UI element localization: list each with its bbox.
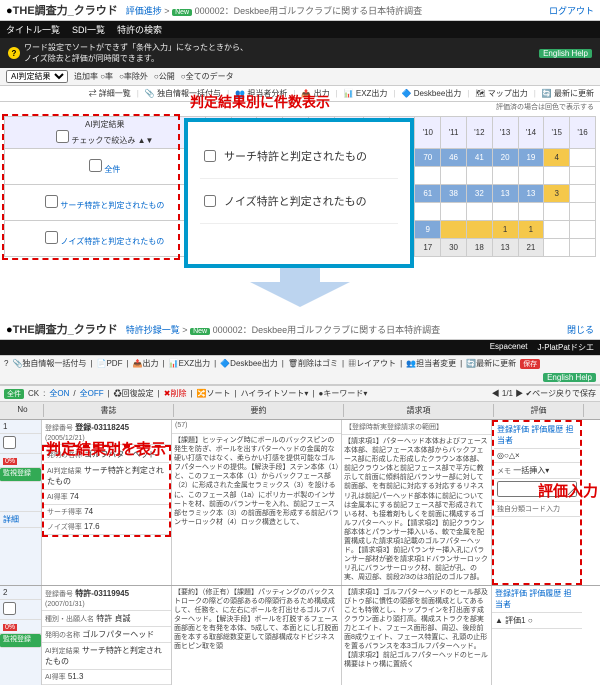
- detail-link[interactable]: 詳細: [0, 512, 41, 528]
- popup-label: ノイズ特許と判定されたもの: [224, 193, 367, 209]
- pct-badge: 0%: [3, 458, 17, 465]
- help-icon[interactable]: ?: [4, 359, 8, 368]
- espacenet-link[interactable]: Espacenet: [490, 342, 528, 353]
- toolbar2: ? 📎独自情報一括付与| 📄PDF| 📤出力| 📊EXZ出力| 🔷Deskbee…: [0, 355, 600, 385]
- popup-check-noise[interactable]: [204, 195, 216, 207]
- help-icon[interactable]: ?: [8, 47, 20, 59]
- column-headers: No 書誌 要約 請求項 評価: [0, 402, 600, 420]
- eval-reg[interactable]: 登録評価: [497, 425, 529, 434]
- arrow-down: [0, 261, 600, 315]
- summary-text: 【課題】ヒッティング時にボールのバックスピンの発生を防ぎ、ボールを出すパターヘッ…: [172, 434, 341, 529]
- jplatpat-link[interactable]: J-PlatPatドシエ: [538, 342, 594, 353]
- row-no: 1: [0, 420, 41, 434]
- logo2: ●THE調査力_クラウド: [6, 321, 118, 337]
- close-link[interactable]: 閉じる: [567, 323, 594, 336]
- nav-sdi[interactable]: SDI一覧: [72, 23, 105, 36]
- save-button[interactable]: 保存: [520, 359, 540, 369]
- row-no: 2: [0, 586, 41, 600]
- tip-bar: ? ワード設定でソートができず「条件入力」になったときから、ノイズ除去と評価が同…: [0, 38, 600, 68]
- header: ●THE調査力_クラウド 評価進捗 > New 000002：Deskbee用ゴ…: [0, 0, 600, 21]
- row-check[interactable]: [3, 602, 16, 615]
- ai-filter-select[interactable]: AI判定結果: [6, 70, 68, 83]
- toolbar3: 全件 CK: 全ON/ 全OFF | ♻回復設定 | ✖削除 | 🔀ソート | …: [0, 385, 600, 402]
- watch-reg[interactable]: 監視登録: [0, 468, 41, 482]
- annotation-mid: 判定結果別を表示: [46, 438, 166, 459]
- matrix-area: 判定結果別に件数表示 AI判定結果 チェックで絞込み ▲▼ CK '03'04'…: [0, 112, 600, 261]
- result-row: 2 0% 監視登録 登録番号 特許-03119945(2007/01/31) 種…: [0, 585, 600, 685]
- english-help2[interactable]: English Help: [543, 373, 596, 382]
- all-btn[interactable]: 全件: [4, 389, 24, 399]
- red-outline-left: [2, 114, 180, 260]
- logo: ●THE調査力_クラウド: [6, 2, 118, 18]
- ext-nav: Espacenet J-PlatPatドシエ: [0, 340, 600, 355]
- annotation-top: 判定結果別に件数表示: [190, 92, 330, 112]
- watch-reg[interactable]: 監視登録: [0, 634, 41, 648]
- header2: ●THE調査力_クラウド 特許抄録一覧 > New 000002：Deskbee…: [0, 319, 600, 340]
- popup-filter: サーチ特許と判定されたもの ノイズ特許と判定されたもの: [184, 118, 414, 268]
- all-off[interactable]: 全OFF: [80, 388, 104, 399]
- annotation-right: 評価入力: [538, 480, 598, 501]
- filter-bar: AI判定結果 追加率 ○率○率除外○公開○全てのデータ: [0, 68, 600, 86]
- nav-search[interactable]: 特許の検索: [117, 23, 162, 36]
- crumb2-link[interactable]: 特許抄録一覧: [126, 325, 180, 335]
- all-on[interactable]: 全ON: [49, 388, 69, 399]
- eval-hist[interactable]: 評価履歴: [531, 425, 563, 434]
- row-check[interactable]: [3, 436, 16, 449]
- main-nav: タイトル一覧 SDI一覧 特許の検索: [0, 21, 600, 38]
- english-help[interactable]: English Help: [539, 49, 592, 58]
- breadcrumb: 評価進捗 > New 000002：Deskbee用ゴルフクラブに関する日本特許…: [126, 4, 422, 17]
- nav-title[interactable]: タイトル一覧: [6, 23, 60, 36]
- result-row: 判定結果別を表示 評価入力 1 0% 監視登録 詳細 登録番号 登録-03118…: [0, 420, 600, 585]
- crumb-link[interactable]: 評価進捗: [126, 6, 162, 16]
- claims-text: 【請求項1】パターヘッド本体およびフェース本体部、前記フェース本体部からバックフ…: [342, 435, 491, 585]
- popup-check-search[interactable]: [204, 150, 216, 162]
- logout-link[interactable]: ログアウト: [549, 4, 594, 17]
- popup-label: サーチ特許と判定されたもの: [224, 148, 367, 164]
